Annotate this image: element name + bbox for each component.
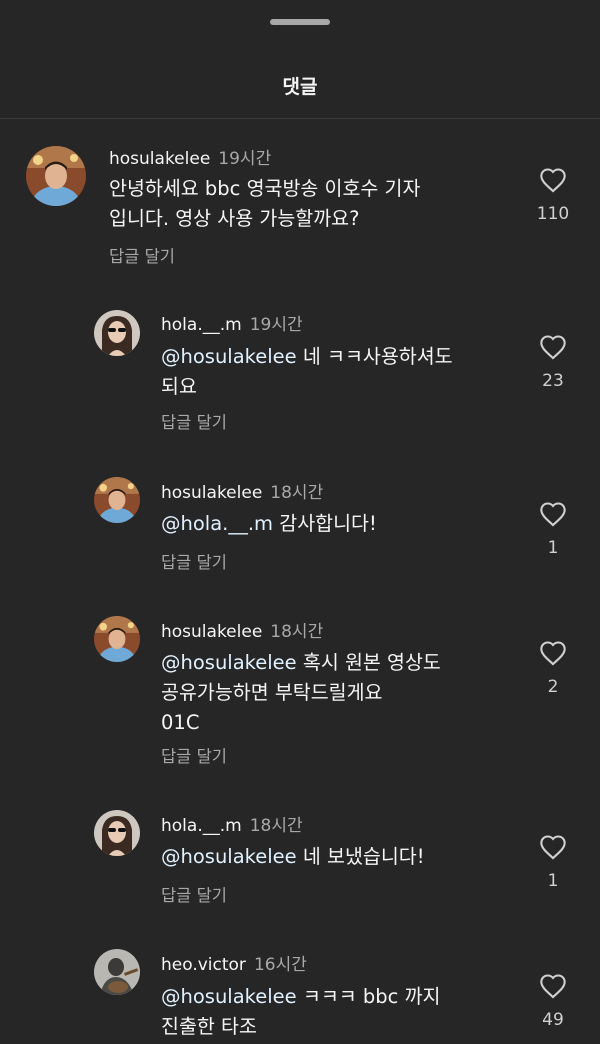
comment-text: 안녕하세요 bbc 영국방송 이호수 기자 입니다. 영상 사용 가능할까요? bbox=[109, 174, 420, 234]
comment-text: @hosulakelee 네 보냈습니다! bbox=[161, 842, 425, 872]
woman-avatar-icon bbox=[94, 310, 140, 356]
reply-button[interactable]: 답글 달기 bbox=[109, 243, 175, 267]
comment-username[interactable]: hola.__.m bbox=[161, 816, 242, 836]
comment-username[interactable]: heo.victor bbox=[161, 955, 246, 975]
comment-line: @hosulakelee 혹시 원본 영상도 bbox=[161, 648, 441, 678]
avatar[interactable] bbox=[94, 616, 140, 662]
man-avatar-icon bbox=[26, 146, 86, 206]
comment-meta: hosulakelee 19시간 bbox=[109, 144, 271, 169]
sheet-drag-handle[interactable] bbox=[270, 19, 330, 25]
guitar-avatar-icon bbox=[94, 949, 140, 995]
heart-icon[interactable] bbox=[539, 501, 567, 527]
heart-icon[interactable] bbox=[539, 640, 567, 666]
avatar[interactable] bbox=[94, 810, 140, 856]
comment-username[interactable]: hosulakelee bbox=[161, 483, 262, 503]
comment-time: 19시간 bbox=[249, 315, 303, 335]
reply-button[interactable]: 답글 달기 bbox=[161, 409, 227, 433]
comment-line: 01C bbox=[161, 711, 200, 734]
comment-line-text: 네 보냈습니다! bbox=[296, 845, 425, 868]
man-avatar-icon bbox=[94, 616, 140, 662]
comment-line: @hola.__.m 감사합니다! bbox=[161, 509, 377, 539]
comment-line: 되요 bbox=[161, 375, 197, 398]
like-count: 23 bbox=[542, 371, 564, 391]
avatar[interactable] bbox=[94, 477, 140, 523]
woman-avatar-icon bbox=[94, 810, 140, 856]
comment-line: @hosulakelee 네 보냈습니다! bbox=[161, 842, 425, 872]
comment-text: @hosulakelee ㅋㅋㅋ bbc 까지 진출한 타조 bbox=[161, 982, 440, 1042]
comment-text: @hola.__.m 감사합니다! bbox=[161, 509, 377, 539]
comment-line: 입니다. 영상 사용 가능할까요? bbox=[109, 207, 360, 230]
reply-button[interactable]: 답글 달기 bbox=[161, 549, 227, 573]
heart-icon[interactable] bbox=[539, 834, 567, 860]
mention-link[interactable]: @hosulakelee bbox=[161, 845, 297, 868]
comment-line-text: 혹시 원본 영상도 bbox=[296, 651, 441, 674]
sheet-title: 댓글 bbox=[282, 76, 318, 98]
comment-line-text: ㅋㅋㅋ bbc 까지 bbox=[296, 985, 441, 1008]
header-divider bbox=[0, 118, 600, 119]
reply-button[interactable]: 답글 달기 bbox=[161, 882, 227, 906]
like-count: 1 bbox=[547, 871, 559, 891]
comment-username[interactable]: hosulakelee bbox=[161, 622, 262, 642]
comment-meta: heo.victor 16시간 bbox=[161, 950, 307, 975]
mention-link[interactable]: @hola.__.m bbox=[161, 512, 273, 535]
man-avatar-icon bbox=[94, 477, 140, 523]
like-count: 49 bbox=[542, 1010, 564, 1030]
mention-link[interactable]: @hosulakelee bbox=[161, 651, 297, 674]
comment-username[interactable]: hola.__.m bbox=[161, 315, 242, 335]
comment-line-text: 네 ㅋㅋ사용하셔도 bbox=[296, 345, 453, 368]
comment-text: @hosulakelee 네 ㅋㅋ사용하셔도 되요 bbox=[161, 342, 453, 402]
like-count: 1 bbox=[547, 538, 559, 558]
comment-time: 18시간 bbox=[270, 483, 324, 503]
mention-link[interactable]: @hosulakelee bbox=[161, 985, 297, 1008]
comments-sheet: 댓글 hosulakelee 19시간 안녕하세요 bbc 영국방송 이호수 기자… bbox=[0, 0, 600, 1044]
comment-meta: hosulakelee 18시간 bbox=[161, 478, 323, 503]
comment-time: 16시간 bbox=[253, 955, 307, 975]
comment-line-text: 감사합니다! bbox=[273, 512, 377, 535]
comment-time: 18시간 bbox=[249, 816, 303, 836]
reply-button[interactable]: 답글 달기 bbox=[161, 743, 227, 767]
heart-icon[interactable] bbox=[539, 167, 567, 193]
heart-icon[interactable] bbox=[539, 973, 567, 999]
comment-meta: hosulakelee 18시간 bbox=[161, 617, 323, 642]
comment-meta: hola.__.m 18시간 bbox=[161, 811, 303, 836]
heart-icon[interactable] bbox=[539, 334, 567, 360]
comment-time: 18시간 bbox=[270, 622, 324, 642]
comment-time: 19시간 bbox=[218, 149, 272, 169]
comment-line: 안녕하세요 bbc 영국방송 이호수 기자 bbox=[109, 177, 421, 200]
like-count: 2 bbox=[547, 677, 559, 697]
avatar[interactable] bbox=[94, 310, 140, 356]
comment-line: @hosulakelee 네 ㅋㅋ사용하셔도 bbox=[161, 342, 453, 372]
mention-link[interactable]: @hosulakelee bbox=[161, 345, 297, 368]
comment-line: 진출한 타조 bbox=[161, 1015, 257, 1038]
comment-meta: hola.__.m 19시간 bbox=[161, 310, 303, 335]
like-count: 110 bbox=[536, 204, 570, 224]
comment-username[interactable]: hosulakelee bbox=[109, 149, 210, 169]
comment-text: @hosulakelee 혹시 원본 영상도 공유가능하면 부탁드릴게요 01C bbox=[161, 648, 441, 738]
avatar[interactable] bbox=[26, 146, 86, 206]
comment-line: 공유가능하면 부탁드릴게요 bbox=[161, 681, 383, 704]
comment-line: @hosulakelee ㅋㅋㅋ bbc 까지 bbox=[161, 982, 440, 1012]
avatar[interactable] bbox=[94, 949, 140, 995]
